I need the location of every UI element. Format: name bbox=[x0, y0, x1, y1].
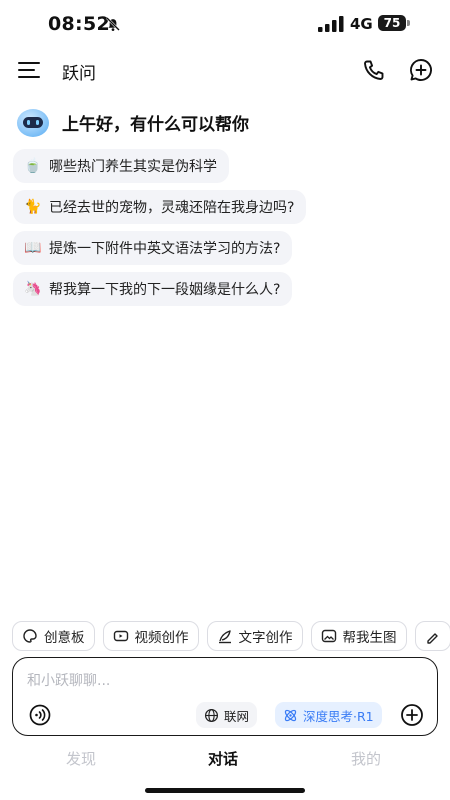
chat-input[interactable] bbox=[27, 670, 417, 692]
chip-creative-board[interactable]: 创意板 bbox=[12, 621, 95, 651]
web-search-label: 联网 bbox=[224, 708, 250, 724]
chip-label: 文字创作 bbox=[238, 630, 293, 646]
app-header: 跃问 bbox=[0, 50, 450, 90]
suggestion-item[interactable]: 🍵 哪些热门养生其实是伪科学 bbox=[13, 149, 229, 183]
battery-icon: 75 bbox=[378, 15, 406, 31]
tab-discover[interactable]: 发现 bbox=[66, 748, 96, 769]
suggestion-item[interactable]: 🦄 帮我算一下我的下一段姻缘是什么人? bbox=[13, 272, 293, 306]
web-search-toggle[interactable]: 联网 bbox=[196, 702, 258, 728]
chip-text-creation[interactable]: 文字创作 bbox=[206, 621, 303, 651]
suggestion-text: 已经去世的宠物，灵魂还陪在我身边吗? bbox=[49, 200, 295, 216]
page-title: 跃问 bbox=[62, 64, 96, 84]
status-bar: 08:52 4G 75 bbox=[0, 0, 450, 50]
chip-label: 创意板 bbox=[44, 630, 85, 646]
new-chat-icon[interactable] bbox=[408, 57, 434, 83]
chip-video-creation[interactable]: 视频创作 bbox=[102, 621, 199, 651]
atom-icon bbox=[284, 709, 297, 721]
tea-icon: 🍵 bbox=[24, 158, 42, 174]
suggestion-text: 帮我算一下我的下一段姻缘是什么人? bbox=[49, 282, 281, 298]
menu-icon[interactable] bbox=[18, 59, 42, 81]
chip-label: 视频创作 bbox=[134, 630, 189, 646]
video-icon bbox=[113, 630, 128, 642]
home-indicator[interactable] bbox=[145, 788, 305, 793]
tab-mine[interactable]: 我的 bbox=[351, 748, 381, 769]
tool-chips-row: 创意板 视频创作 文字创作 帮我生图 bbox=[12, 621, 450, 651]
chip-image-generation[interactable]: 帮我生图 bbox=[310, 621, 407, 651]
voice-input-icon[interactable] bbox=[29, 704, 51, 726]
pen-icon bbox=[218, 630, 231, 644]
bottom-tab-bar: 发现 对话 我的 bbox=[0, 746, 450, 774]
brush-icon bbox=[426, 633, 438, 644]
deep-think-toggle[interactable]: 深度思考·R1 bbox=[275, 702, 382, 728]
deep-think-label: 深度思考·R1 bbox=[303, 708, 374, 724]
greeting-text: 上午好，有什么可以帮你 bbox=[62, 115, 249, 135]
bell-off-icon bbox=[106, 17, 120, 31]
add-attachment-icon[interactable] bbox=[400, 703, 424, 727]
unicorn-icon: 🦄 bbox=[24, 281, 42, 297]
greeting-row: 上午好，有什么可以帮你 bbox=[14, 104, 434, 140]
network-label: 4G bbox=[350, 15, 373, 33]
signal-icon bbox=[318, 16, 344, 32]
suggestion-item[interactable]: 🐈 已经去世的宠物，灵魂还陪在我身边吗? bbox=[13, 190, 307, 224]
phone-icon[interactable] bbox=[362, 58, 386, 82]
book-icon: 📖 bbox=[24, 240, 42, 256]
assistant-avatar-icon bbox=[17, 109, 49, 137]
suggestion-text: 提炼一下附件中英文语法学习的方法? bbox=[49, 241, 281, 257]
creative-board-icon bbox=[23, 629, 37, 643]
globe-icon bbox=[204, 708, 219, 722]
image-icon bbox=[321, 629, 336, 643]
suggestion-item[interactable]: 📖 提炼一下附件中英文语法学习的方法? bbox=[13, 231, 293, 265]
tab-chat[interactable]: 对话 bbox=[208, 748, 238, 769]
chip-more-partial[interactable] bbox=[414, 621, 450, 651]
chip-label: 帮我生图 bbox=[342, 630, 397, 646]
status-time: 08:52 bbox=[48, 13, 110, 35]
battery-tip bbox=[407, 20, 410, 26]
cat-icon: 🐈 bbox=[24, 199, 42, 215]
suggestion-text: 哪些热门养生其实是伪科学 bbox=[49, 159, 217, 175]
chat-input-box: 联网 深度思考·R1 bbox=[12, 657, 438, 736]
